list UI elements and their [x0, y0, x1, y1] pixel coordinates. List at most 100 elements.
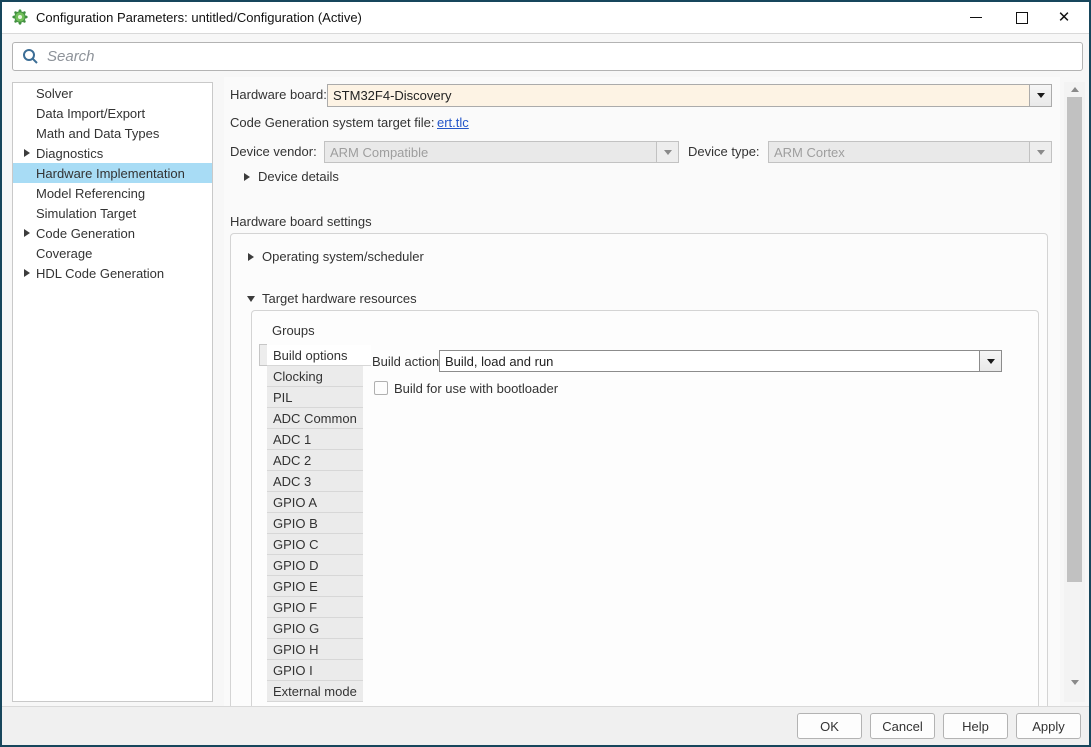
group-tab[interactable]: GPIO A [267, 492, 363, 513]
target-resources-panel: Groups Build options Clocking PIL ADC Co… [251, 310, 1039, 714]
group-tab[interactable]: GPIO G [267, 618, 363, 639]
sidebar-item[interactable]: Simulation Target [13, 203, 212, 223]
board-settings-panel: Operating system/scheduler Target hardwa… [230, 233, 1048, 713]
chevron-down-icon [657, 141, 679, 163]
sidebar-item[interactable]: Hardware Implementation [13, 163, 212, 183]
sidebar-item[interactable]: Data Import/Export [13, 103, 212, 123]
expand-arrow-icon [240, 173, 254, 181]
scrollbar-thumb[interactable] [1067, 97, 1082, 582]
group-tab-label: GPIO F [273, 600, 317, 615]
group-tab[interactable]: GPIO I [267, 660, 363, 681]
sidebar-item-label: Code Generation [36, 226, 135, 241]
groups-list: Build options Clocking PIL ADC Common AD… [267, 345, 363, 702]
sidebar-item-label: Solver [36, 86, 73, 101]
group-tab[interactable]: GPIO C [267, 534, 363, 555]
group-tab-label: GPIO I [273, 663, 313, 678]
sidebar-item[interactable]: Diagnostics [13, 143, 212, 163]
hardware-board-label: Hardware board: [230, 87, 327, 102]
group-tab-label: GPIO H [273, 642, 319, 657]
expand-arrow-icon [244, 253, 258, 261]
scroll-up-icon[interactable] [1064, 82, 1085, 97]
sidebar-item-label: Math and Data Types [36, 126, 159, 141]
device-vendor-combobox: ARM Compatible [324, 141, 679, 163]
group-tab-label: ADC 1 [273, 432, 311, 447]
device-type-combobox: ARM Cortex [768, 141, 1052, 163]
device-details-toggle[interactable]: Device details [240, 169, 339, 184]
group-tab[interactable]: GPIO D [267, 555, 363, 576]
group-tab[interactable]: GPIO H [267, 639, 363, 660]
group-tab-label: ADC 2 [273, 453, 311, 468]
dialog-button[interactable]: Help [943, 713, 1008, 739]
category-tree: Solver Data Import/Export Math and Data … [12, 82, 213, 702]
sidebar-item-label: HDL Code Generation [36, 266, 164, 281]
close-icon: ✕ [1058, 10, 1071, 25]
dialog-button[interactable]: OK [797, 713, 862, 739]
sidebar-item-label: Simulation Target [36, 206, 136, 221]
dialog-button[interactable]: Cancel [870, 713, 935, 739]
group-tab[interactable]: ADC 3 [267, 471, 363, 492]
board-settings-title: Hardware board settings [230, 214, 372, 229]
vertical-scrollbar[interactable] [1064, 82, 1085, 702]
build-action-combobox[interactable]: Build, load and run [439, 350, 1002, 372]
footer-buttons: OK Cancel Help Apply [797, 713, 1081, 739]
group-tab-label: External mode [273, 684, 357, 699]
group-tab-label: GPIO G [273, 621, 319, 636]
scroll-down-icon[interactable] [1064, 675, 1085, 690]
build-action-label: Build action: [372, 354, 443, 369]
sidebar-item[interactable]: Model Referencing [13, 183, 212, 203]
sidebar-item[interactable]: Solver [13, 83, 212, 103]
bootloader-checkbox[interactable] [374, 381, 388, 395]
title-bar: Configuration Parameters: untitled/Confi… [2, 2, 1089, 34]
chevron-down-icon [1030, 141, 1052, 163]
group-tab[interactable]: Clocking [267, 366, 363, 387]
group-tab[interactable]: GPIO B [267, 513, 363, 534]
close-button[interactable]: ✕ [1047, 2, 1081, 33]
group-tab[interactable]: GPIO F [267, 597, 363, 618]
search-input[interactable]: Search [12, 42, 1083, 71]
group-tab[interactable]: ADC 2 [267, 450, 363, 471]
bootloader-label: Build for use with bootloader [394, 381, 558, 396]
group-tab[interactable]: PIL [267, 387, 363, 408]
expand-arrow-icon[interactable] [18, 149, 36, 157]
minimize-button[interactable] [959, 2, 993, 33]
expand-arrow-icon[interactable] [18, 269, 36, 277]
maximize-button[interactable] [1005, 2, 1039, 33]
simulink-settings-icon [12, 9, 28, 25]
hardware-board-combobox[interactable]: STM32F4-Discovery [327, 84, 1052, 107]
maximize-icon [1016, 12, 1028, 24]
group-tab-label: ADC Common [273, 411, 357, 426]
device-details-label: Device details [258, 169, 339, 184]
expand-arrow-icon[interactable] [18, 229, 36, 237]
target-file-link[interactable]: ert.tlc [437, 115, 469, 130]
minimize-icon [970, 17, 982, 18]
search-placeholder: Search [47, 48, 95, 65]
group-tab[interactable]: Build options [267, 345, 371, 366]
target-resources-toggle[interactable]: Target hardware resources [244, 291, 417, 306]
group-tab[interactable]: External mode [267, 681, 363, 702]
group-tab[interactable]: ADC Common [267, 408, 363, 429]
sidebar-item[interactable]: HDL Code Generation [13, 263, 212, 283]
chevron-down-icon[interactable] [1030, 84, 1052, 107]
device-type-label: Device type: [688, 144, 760, 159]
sidebar-item-label: Model Referencing [36, 186, 145, 201]
group-tab-label: GPIO C [273, 537, 319, 552]
sidebar-item-label: Data Import/Export [36, 106, 145, 121]
group-tab-label: GPIO E [273, 579, 318, 594]
sidebar-item-label: Coverage [36, 246, 92, 261]
group-tab[interactable]: ADC 1 [267, 429, 363, 450]
group-tab-label: GPIO B [273, 516, 318, 531]
chevron-down-icon[interactable] [980, 350, 1002, 372]
sidebar-item[interactable]: Math and Data Types [13, 123, 212, 143]
os-scheduler-label: Operating system/scheduler [262, 249, 424, 264]
sidebar-item[interactable]: Coverage [13, 243, 212, 263]
device-vendor-label: Device vendor: [230, 144, 317, 159]
main-panel: Hardware board: STM32F4-Discovery Code G… [224, 77, 1060, 709]
dialog-button[interactable]: Apply [1016, 713, 1081, 739]
groups-title: Groups [272, 323, 315, 338]
group-tab-label: GPIO D [273, 558, 319, 573]
sidebar-item[interactable]: Code Generation [13, 223, 212, 243]
target-resources-label: Target hardware resources [262, 291, 417, 306]
group-tab-label: Build options [273, 348, 347, 363]
os-scheduler-toggle[interactable]: Operating system/scheduler [244, 249, 424, 264]
group-tab[interactable]: GPIO E [267, 576, 363, 597]
